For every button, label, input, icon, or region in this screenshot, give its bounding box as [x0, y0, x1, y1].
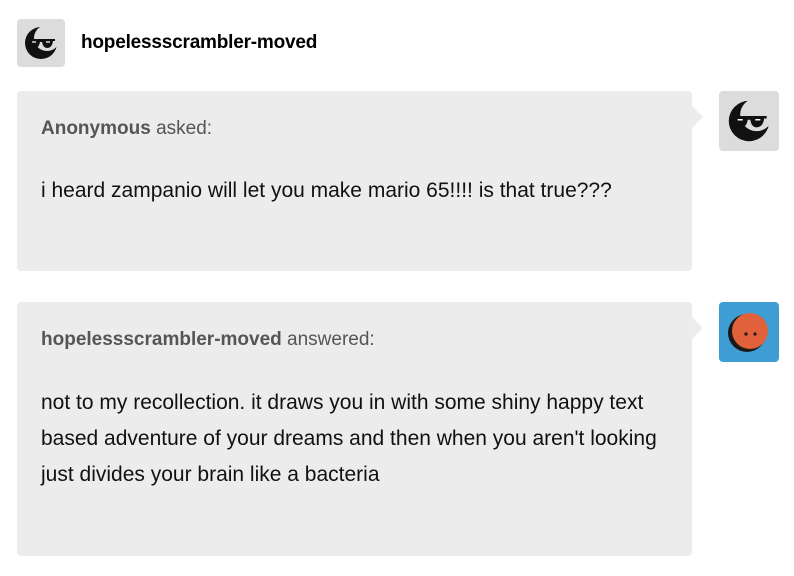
- author-name[interactable]: hopelessscrambler-moved: [81, 32, 317, 54]
- answerer-avatar[interactable]: [719, 302, 779, 362]
- author-avatar[interactable]: [17, 19, 65, 67]
- answer-text: not to my recollection. it draws you in …: [41, 391, 657, 486]
- answer-bubble: hopelessscrambler-moved answered: not to…: [17, 302, 703, 556]
- asker-name: Anonymous: [41, 118, 151, 139]
- ask-question-text: i heard zampanio will let you make mario…: [41, 179, 612, 202]
- anonymous-avatar: [719, 91, 779, 151]
- ask-attribution: Anonymous asked:: [41, 118, 212, 140]
- ask-bubble: Anonymous asked: i heard zampanio will l…: [17, 91, 703, 271]
- asked-verb: asked:: [156, 118, 213, 139]
- sunglasses-moon-icon: [25, 25, 60, 59]
- sunglasses-moon-icon: [728, 98, 773, 142]
- answerer-name[interactable]: hopelessscrambler-moved: [41, 329, 282, 350]
- answer-attribution: hopelessscrambler-moved answered:: [41, 329, 375, 351]
- answered-verb: answered:: [287, 329, 375, 350]
- post-header: hopelessscrambler-moved: [17, 19, 317, 67]
- orange-face-icon: [728, 313, 768, 352]
